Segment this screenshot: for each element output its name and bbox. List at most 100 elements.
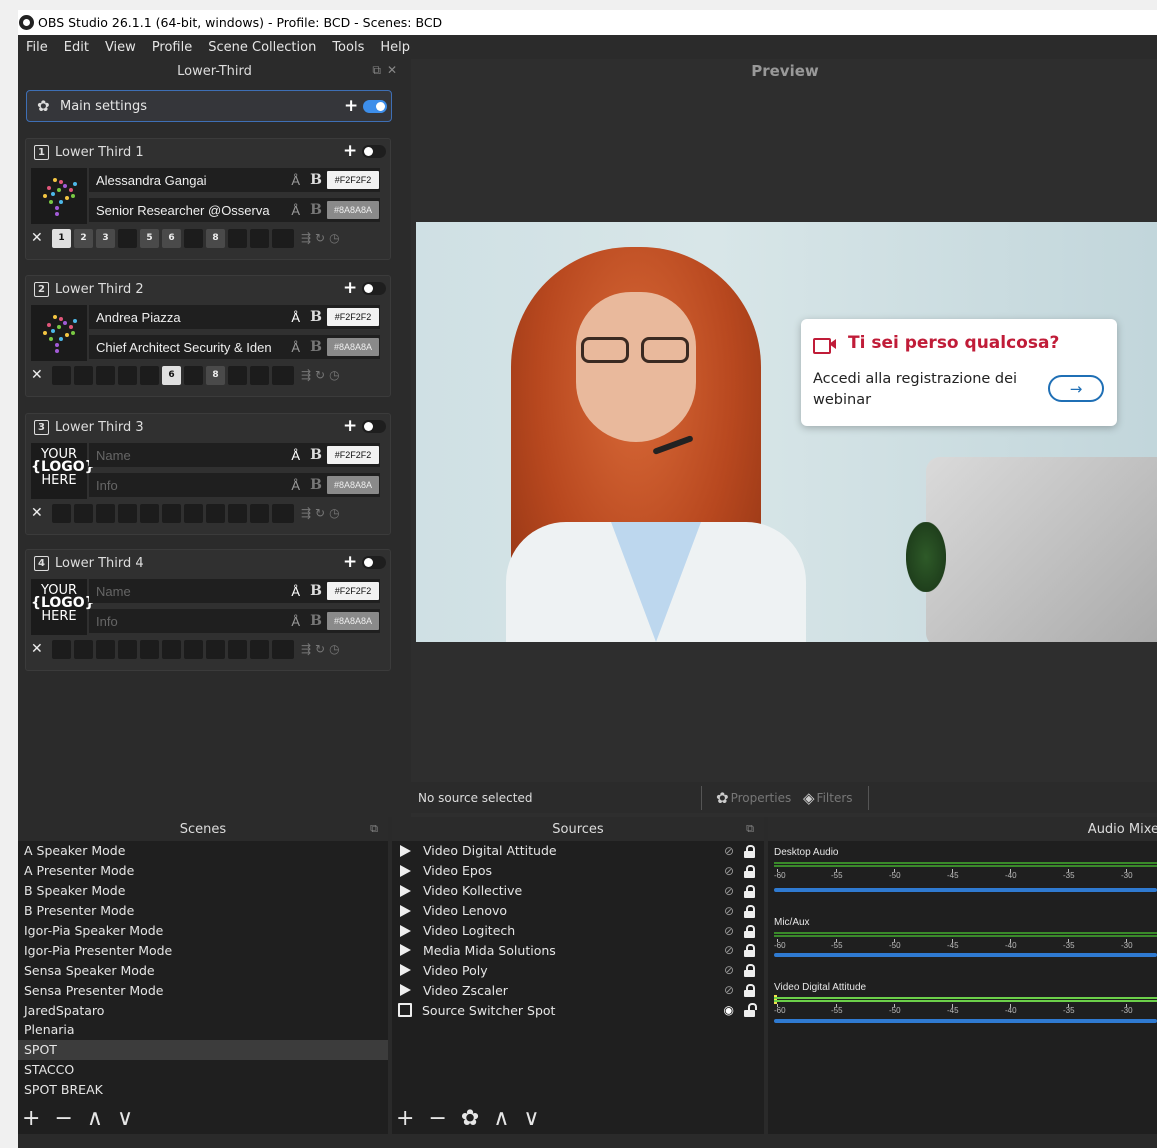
slot-1[interactable] [52,639,71,659]
slot-10[interactable] [250,228,269,248]
slot-2[interactable]: 2 [74,228,93,248]
add-icon[interactable]: + [343,278,357,298]
font-icon[interactable]: Å [291,478,300,493]
animation-refresh-clock-icons[interactable]: ⇶↻◷ [301,506,344,520]
font-icon[interactable]: Å [291,340,300,355]
unlock-icon[interactable] [744,1003,757,1018]
preview-area[interactable]: Preview Ti sei perso qualcosa? Accedi al… [411,59,1157,817]
add-icon[interactable]: + [343,552,357,572]
slot-4[interactable] [118,228,137,248]
close-icon[interactable]: ✕ [31,230,52,246]
lock-icon[interactable] [744,984,755,998]
bold-icon[interactable]: B [310,477,322,493]
menu-view[interactable]: View [97,40,144,55]
lower-third-2-info-field[interactable]: Chief Architect Security & Iden Å B #8A8… [89,335,380,359]
hidden-eye-icon[interactable]: ⊘ [724,904,734,918]
duration-stepper[interactable] [272,503,294,523]
source-item[interactable]: Source Switcher Spot ◉ [392,1000,764,1020]
hidden-eye-icon[interactable]: ⊘ [724,884,734,898]
source-item[interactable]: Video Logitech ⊘ [392,921,764,941]
slot-9[interactable] [228,639,247,659]
hidden-eye-icon[interactable]: ⊘ [724,983,734,997]
slot-5[interactable] [140,365,159,385]
add-icon[interactable]: + [344,96,358,116]
slot-3[interactable]: 3 [96,228,115,248]
lock-icon[interactable] [744,924,755,938]
slot-9[interactable] [228,365,247,385]
info-color-swatch[interactable]: #8A8A8A [327,612,379,630]
scene-item[interactable]: Igor-Pia Presenter Mode [18,940,388,960]
slot-5[interactable] [140,503,159,523]
slot-4[interactable] [118,365,137,385]
source-item[interactable]: Video Poly ⊘ [392,960,764,980]
filters-button[interactable]: ◈ Filters [803,789,853,807]
font-icon[interactable]: Å [291,203,300,218]
lock-icon[interactable] [744,884,755,898]
slot-7[interactable] [184,639,203,659]
name-color-swatch[interactable]: #F2F2F2 [327,308,379,326]
lower-third-4-name-field[interactable]: Name Å B #F2F2F2 [89,579,380,603]
name-color-swatch[interactable]: #F2F2F2 [327,582,379,600]
lower-third-4-toggle[interactable] [362,556,386,569]
add-source-button[interactable]: + [396,1106,414,1131]
menu-profile[interactable]: Profile [144,40,200,55]
name-color-swatch[interactable]: #F2F2F2 [327,171,379,189]
close-icon[interactable]: ✕ [31,367,52,383]
hidden-eye-icon[interactable]: ⊘ [724,924,734,938]
menu-file[interactable]: File [18,40,56,55]
slot-1[interactable] [52,365,71,385]
duration-stepper[interactable] [272,639,294,659]
slot-8[interactable]: 8 [206,228,225,248]
lower-third-3-toggle[interactable] [362,420,386,433]
scene-item[interactable]: JaredSpataro [18,1000,388,1020]
add-scene-button[interactable]: + [22,1106,40,1131]
volume-slider[interactable] [774,953,1157,957]
hidden-eye-icon[interactable]: ⊘ [724,943,734,957]
remove-source-button[interactable]: − [428,1106,446,1131]
bold-icon[interactable]: B [310,202,322,218]
hidden-eye-icon[interactable]: ⊘ [724,844,734,858]
preview-video-frame[interactable]: Ti sei perso qualcosa? Accedi alla regis… [416,222,1157,642]
lock-icon[interactable] [744,944,755,958]
scene-item[interactable]: A Speaker Mode [18,841,388,861]
scene-item-selected[interactable]: SPOT [18,1039,388,1060]
lower-third-2-toggle[interactable] [362,282,386,295]
slot-6[interactable] [162,503,181,523]
name-color-swatch[interactable]: #F2F2F2 [327,446,379,464]
font-icon[interactable]: Å [291,614,300,629]
dock-float-icon[interactable]: ⧉ [746,822,754,836]
hidden-eye-icon[interactable]: ⊘ [724,963,734,977]
scene-item[interactable]: STACCO [18,1060,388,1080]
close-icon[interactable]: ✕ [31,505,52,521]
lock-icon[interactable] [744,864,755,878]
move-up-button[interactable]: ∧ [493,1106,509,1131]
properties-button[interactable]: ✿ Properties [716,789,791,807]
animation-refresh-clock-icons[interactable]: ⇶↻◷ [301,642,344,656]
lock-icon[interactable] [744,964,755,978]
close-icon[interactable]: ✕ [31,641,52,657]
lock-icon[interactable] [744,904,755,918]
bold-icon[interactable]: B [310,583,322,599]
slot-8[interactable]: 8 [206,365,225,385]
scene-item[interactable]: B Presenter Mode [18,901,388,921]
slot-2[interactable] [74,639,93,659]
menu-tools[interactable]: Tools [324,40,372,55]
move-down-button[interactable]: ∨ [117,1106,133,1131]
volume-slider[interactable] [774,1019,1157,1023]
slot-3[interactable] [96,503,115,523]
slot-2[interactable] [74,365,93,385]
animation-refresh-clock-icons[interactable]: ⇶↻◷ [301,368,344,382]
font-icon[interactable]: Å [291,310,300,325]
source-properties-gear-icon[interactable]: ✿ [461,1106,479,1131]
slot-7[interactable] [184,228,203,248]
slot-1[interactable]: 1 [52,228,71,248]
font-icon[interactable]: Å [291,584,300,599]
slot-5[interactable] [140,639,159,659]
remove-scene-button[interactable]: − [54,1106,72,1131]
slot-9[interactable] [228,228,247,248]
hidden-eye-icon[interactable]: ⊘ [724,864,734,878]
scene-item[interactable]: Plenaria [18,1020,388,1040]
lower-third-4-info-field[interactable]: Info Å B #8A8A8A [89,609,380,633]
font-icon[interactable]: Å [291,173,300,188]
move-up-button[interactable]: ∧ [87,1106,103,1131]
